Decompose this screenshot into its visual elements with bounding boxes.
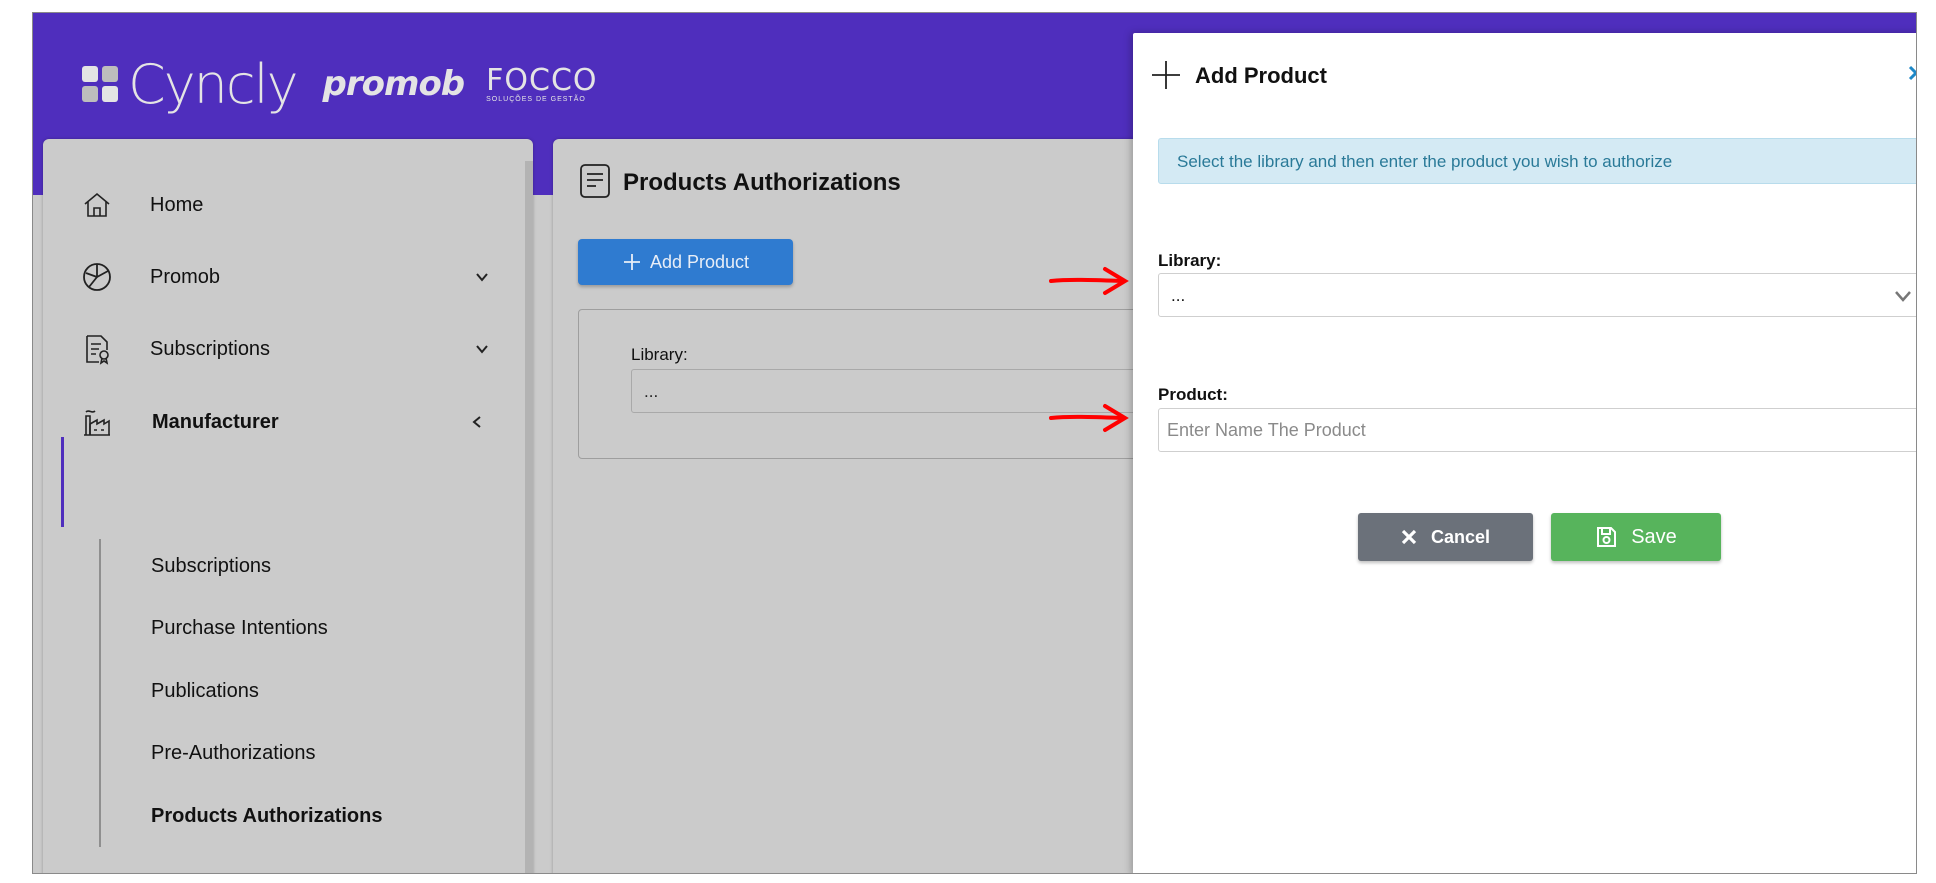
library-select[interactable]: ... bbox=[1158, 273, 1916, 317]
annotation-arrow-icon bbox=[1049, 267, 1129, 295]
subitem-publications[interactable]: Publications bbox=[151, 680, 259, 703]
add-product-button-label: Add Product bbox=[649, 251, 750, 272]
info-alert-text: Select the library and then enter the pr… bbox=[1177, 152, 1673, 171]
sidebar-scrollbar[interactable] bbox=[525, 161, 533, 873]
info-alert: Select the library and then enter the pr… bbox=[1158, 138, 1916, 184]
product-label: Product: bbox=[1158, 385, 1228, 404]
subitem-pre-authorizations[interactable]: Pre-Authorizations bbox=[151, 742, 316, 765]
modal-title: Add Product bbox=[1195, 63, 1327, 88]
subitem-purchase-intentions[interactable]: Purchase Intentions bbox=[151, 617, 328, 640]
promob-icon bbox=[83, 263, 111, 291]
factory-icon bbox=[84, 410, 110, 436]
filter-library-label: Library: bbox=[631, 345, 688, 364]
close-icon[interactable] bbox=[1906, 63, 1917, 83]
library-select-value: ... bbox=[1171, 286, 1186, 305]
add-product-button[interactable]: Add Product bbox=[578, 239, 793, 285]
chevron-down-icon bbox=[1895, 291, 1911, 302]
home-icon bbox=[84, 192, 110, 217]
chevron-left-icon bbox=[472, 416, 481, 428]
sidebar-item-subscriptions[interactable]: Subscriptions bbox=[43, 314, 513, 384]
subscriptions-icon bbox=[86, 335, 109, 365]
subitem-products-authorizations[interactable]: Products Authorizations bbox=[151, 805, 382, 828]
plus-icon bbox=[623, 254, 640, 270]
floppy-disk-icon bbox=[1597, 527, 1617, 547]
sidebar-item-promob[interactable]: Promob bbox=[43, 242, 513, 312]
sidebar-item-home[interactable]: Home bbox=[43, 170, 513, 240]
focco-logo: FOCCO SOLUÇÕES DE GESTÃO bbox=[486, 62, 598, 103]
focco-logo-subtext: SOLUÇÕES DE GESTÃO bbox=[486, 95, 586, 103]
cancel-button[interactable]: Cancel bbox=[1358, 513, 1533, 561]
sidebar-item-label: Manufacturer bbox=[152, 410, 279, 433]
promob-logo: promob bbox=[322, 64, 466, 104]
sidebar: Home Promob Subscriptions Manufacturer S… bbox=[43, 139, 533, 873]
cyncly-logo: Cyncly bbox=[128, 52, 299, 116]
chevron-down-icon bbox=[476, 273, 488, 282]
app-window: Cyncly promob FOCCO SOLUÇÕES DE GESTÃO H… bbox=[32, 12, 1917, 874]
cyncly-logo-mark-icon bbox=[82, 66, 118, 102]
subitem-subscriptions[interactable]: Subscriptions bbox=[151, 555, 271, 578]
product-input[interactable] bbox=[1158, 408, 1916, 452]
chevron-down-icon bbox=[476, 345, 488, 354]
add-product-modal: Add Product Select the library and then … bbox=[1133, 33, 1917, 873]
library-label: Library: bbox=[1158, 251, 1222, 270]
sidebar-item-label: Subscriptions bbox=[150, 337, 271, 360]
focco-logo-text: FOCCO bbox=[486, 62, 598, 98]
submenu-tree-line bbox=[99, 539, 101, 847]
save-button-label: Save bbox=[1631, 525, 1677, 548]
cancel-button-label: Cancel bbox=[1430, 526, 1491, 547]
document-icon bbox=[580, 164, 610, 198]
close-icon bbox=[1401, 529, 1417, 545]
sidebar-item-label: Promob bbox=[150, 265, 221, 288]
page-title: Products Authorizations bbox=[623, 169, 901, 196]
plus-icon bbox=[1152, 61, 1180, 89]
brand-logos: Cyncly promob FOCCO SOLUÇÕES DE GESTÃO bbox=[80, 49, 598, 119]
save-button[interactable]: Save bbox=[1551, 513, 1721, 561]
filter-library-value: ... bbox=[644, 382, 659, 401]
sidebar-item-label: Home bbox=[150, 193, 204, 216]
annotation-arrow-icon bbox=[1049, 404, 1129, 432]
sidebar-item-manufacturer[interactable]: Manufacturer bbox=[43, 387, 513, 457]
